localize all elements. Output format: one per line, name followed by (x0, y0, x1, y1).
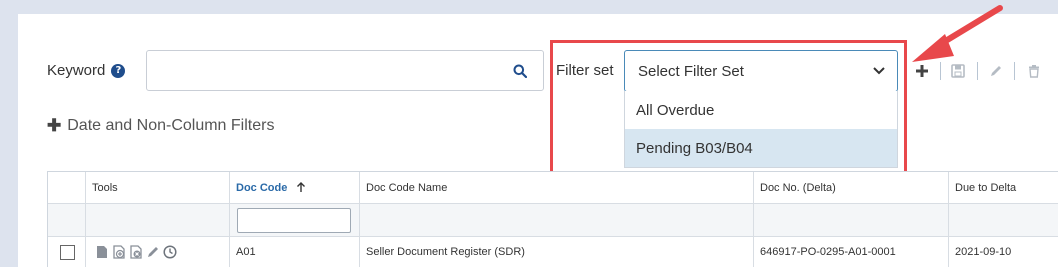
document-icon[interactable] (95, 245, 109, 259)
keyword-input[interactable] (146, 50, 544, 91)
filter-cell-empty (86, 204, 230, 237)
header-select-col (48, 172, 86, 204)
keyword-label: Keyword (47, 62, 106, 79)
table-row-tools (86, 237, 230, 267)
annotation-arrow (912, 5, 1003, 62)
pencil-icon[interactable] (146, 245, 160, 259)
clock-icon[interactable] (163, 245, 177, 259)
doc-code-filter-input[interactable] (237, 207, 351, 233)
header-doc-code-name[interactable]: Doc Code Name (360, 172, 754, 204)
row-checkbox[interactable] (60, 244, 75, 260)
header-doc-no[interactable]: Doc No. (Delta) (754, 172, 949, 204)
cell-doc-code-name: Seller Document Register (SDR) (360, 237, 754, 267)
filters-toggle-label: Date and Non-Column Filters (67, 117, 275, 134)
date-non-column-filters-toggle[interactable]: ✚ Date and Non-Column Filters (47, 116, 274, 136)
filter-cell-doc-code (230, 204, 360, 237)
trash-icon[interactable] (1026, 63, 1042, 79)
filter-cell-empty (754, 204, 949, 237)
toolbar-divider (1014, 62, 1015, 80)
search-icon[interactable] (513, 64, 527, 78)
header-doc-code[interactable]: Doc Code (230, 172, 360, 204)
annotation-highlight-box (550, 40, 907, 179)
documents-table: Tools Doc Code Doc Code Name Doc No. (De… (47, 171, 1058, 267)
cell-due-to-delta: 2021-09-10 (949, 237, 1058, 267)
filter-cell-empty (360, 204, 754, 237)
header-tools: Tools (86, 172, 230, 204)
table-row-select (48, 237, 86, 267)
sort-up-arrow-icon (297, 182, 306, 192)
header-due-to-delta[interactable]: Due to Delta (949, 172, 1058, 204)
filter-cell-empty (949, 204, 1058, 237)
filter-cell-empty (48, 204, 86, 237)
document-remove-icon[interactable] (129, 245, 143, 259)
keyword-label-group: Keyword ? (47, 62, 126, 79)
cell-doc-code: A01 (230, 237, 360, 267)
plus-icon: ✚ (47, 116, 62, 135)
document-add-icon[interactable] (112, 245, 126, 259)
header-doc-code-label: Doc Code (236, 181, 288, 194)
cell-doc-no: 646917-PO-0295-A01-0001 (754, 237, 949, 267)
question-circle-icon[interactable]: ? (111, 63, 126, 78)
